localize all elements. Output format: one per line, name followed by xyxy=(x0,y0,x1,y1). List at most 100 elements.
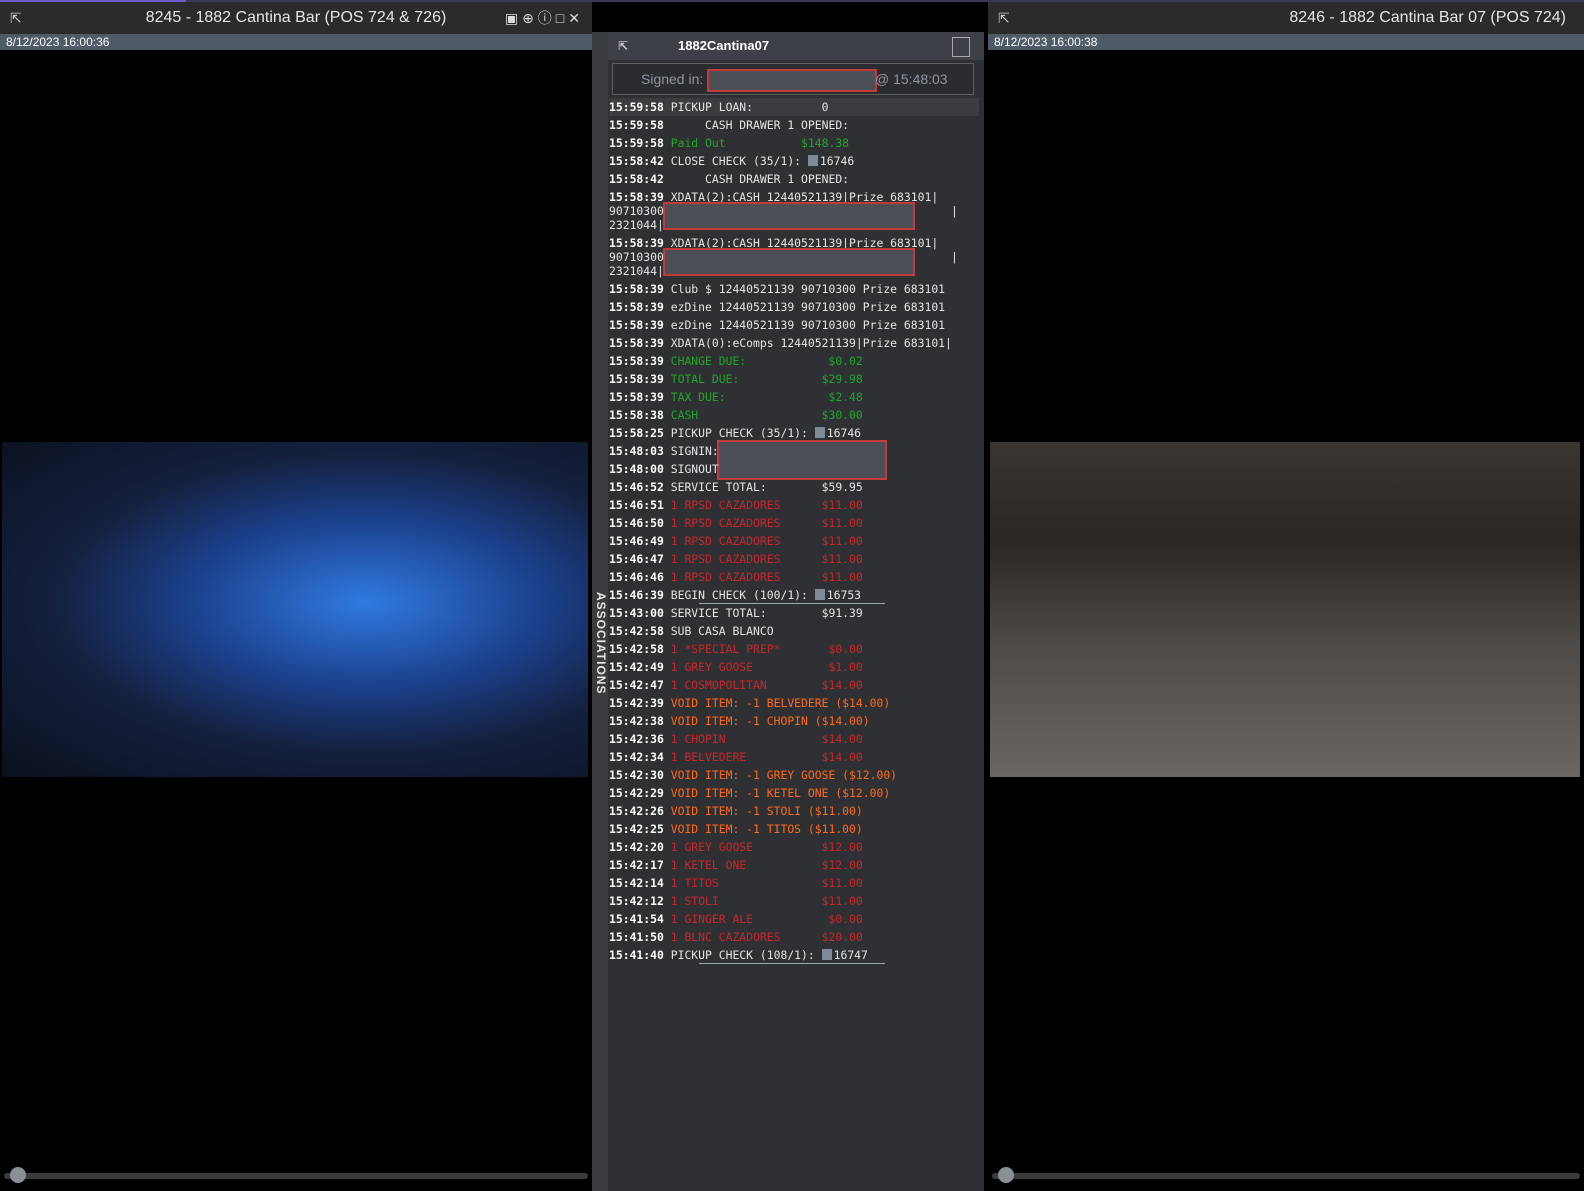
log-row[interactable]: 15:46:52 SERVICE TOTAL: $59.95 xyxy=(609,478,979,496)
log-text: Club $ 12440521139 90710300 Prize 683101 xyxy=(670,282,946,296)
log-row[interactable]: 15:58:38 CASH $30.00 xyxy=(609,406,979,424)
log-row[interactable]: 15:41:50 1 BLNC CAZADORES $20.00 xyxy=(609,928,979,946)
timeline-knob[interactable] xyxy=(998,1167,1014,1183)
log-time: 15:58:42 xyxy=(609,154,671,168)
log-row[interactable]: 15:42:36 1 CHOPIN $14.00 xyxy=(609,730,979,748)
signed-in-time: @ 15:48:03 xyxy=(875,71,948,87)
log-row[interactable]: 15:59:58 Paid Out $148.38 xyxy=(609,134,979,152)
ptz-icon[interactable]: ⊕ xyxy=(522,10,538,26)
info-icon[interactable]: ⓘ xyxy=(538,10,556,26)
log-row[interactable]: 15:58:39 TOTAL DUE: $29.98 xyxy=(609,370,979,388)
window-controls: ▣⊕ⓘ□✕ xyxy=(505,2,584,34)
log-row[interactable]: 15:58:39 ezDine 12440521139 90710300 Pri… xyxy=(609,316,979,334)
log-row[interactable]: 15:58:42 CLOSE CHECK (35/1): 16746 xyxy=(609,152,979,170)
right-camera-timestamp: 8/12/2023 16:00:38 xyxy=(988,34,1584,50)
check-number[interactable]: 16746 xyxy=(827,426,861,440)
log-row[interactable]: 15:58:39 CHANGE DUE: $0.02 xyxy=(609,352,979,370)
export-icon[interactable]: ▣ xyxy=(505,10,522,26)
log-time: 15:58:39 xyxy=(609,372,671,386)
pin-icon[interactable]: ⇱ xyxy=(618,32,628,60)
log-row[interactable]: 15:42:14 1 TITOS $11.00 xyxy=(609,874,979,892)
log-row[interactable]: 15:46:47 1 RPSD CAZADORES $11.00 xyxy=(609,550,979,568)
log-row[interactable]: 15:41:54 1 GINGER ALE $0.00 xyxy=(609,910,979,928)
log-text: 1 GINGER ALE $0.00 xyxy=(670,912,863,926)
log-text: ezDine 12440521139 90710300 Prize 683101 xyxy=(670,318,946,332)
left-camera-titlebar: ⇱ 8245 - 1882 Cantina Bar (POS 724 & 726… xyxy=(0,2,592,35)
log-row[interactable]: 15:42:30 VOID ITEM: -1 GREY GOOSE ($12.0… xyxy=(609,766,979,784)
panel-header: ⇱ 1882Cantina07 xyxy=(608,32,984,60)
log-text: TAX DUE: $2.48 xyxy=(670,390,863,404)
log-row[interactable]: 15:43:00 SERVICE TOTAL: $91.39 xyxy=(609,604,979,622)
log-row[interactable]: 15:42:47 1 COSMOPOLITAN $14.00 xyxy=(609,676,979,694)
log-row[interactable]: 15:59:58 PICKUP LOAN: 0 xyxy=(609,98,979,116)
log-time: 15:58:39 xyxy=(609,354,671,368)
timeline-knob[interactable] xyxy=(10,1167,26,1183)
log-text: CASH $30.00 xyxy=(670,408,863,422)
log-row[interactable]: 15:58:42 CASH DRAWER 1 OPENED: xyxy=(609,170,979,188)
calculator-icon[interactable] xyxy=(952,37,970,57)
log-row[interactable]: 15:46:49 1 RPSD CAZADORES $11.00 xyxy=(609,532,979,550)
left-camera-window[interactable]: ⇱ 8245 - 1882 Cantina Bar (POS 724 & 726… xyxy=(0,2,592,1191)
log-row[interactable]: 15:46:50 1 RPSD CAZADORES $11.00 xyxy=(609,514,979,532)
log-row[interactable]: 15:42:38 VOID ITEM: -1 CHOPIN ($14.00) xyxy=(609,712,979,730)
right-camera-timeline[interactable] xyxy=(992,1167,1580,1183)
log-row[interactable]: 15:46:51 1 RPSD CAZADORES $11.00 xyxy=(609,496,979,514)
log-text: VOID ITEM: -1 BELVEDERE ($14.00) xyxy=(670,696,891,710)
pin-icon[interactable]: ⇱ xyxy=(998,2,1010,34)
log-time: 15:46:52 xyxy=(609,480,671,494)
log-time: 15:42:36 xyxy=(609,732,671,746)
log-row[interactable]: 15:42:49 1 GREY GOOSE $1.00 xyxy=(609,658,979,676)
log-row[interactable]: 15:58:39 XDATA(2):CASH 12440521139|Prize… xyxy=(609,234,979,280)
log-time: 15:42:12 xyxy=(609,894,671,908)
log-row[interactable]: 15:41:40 PICKUP CHECK (108/1): 16747 xyxy=(609,946,979,964)
log-time: 15:46:49 xyxy=(609,534,671,548)
right-camera-video[interactable] xyxy=(990,442,1580,777)
log-row[interactable]: 15:42:34 1 BELVEDERE $14.00 xyxy=(609,748,979,766)
log-text: 1 STOLI $11.00 xyxy=(670,894,863,908)
log-row[interactable]: 15:42:58 SUB CASA BLANCO xyxy=(609,622,979,640)
log-row[interactable]: 15:42:58 1 *SPECIAL PREP* $0.00 xyxy=(609,640,979,658)
log-row[interactable]: 15:46:39 BEGIN CHECK (100/1): 16753 xyxy=(609,586,979,604)
redacted-block xyxy=(663,248,915,276)
log-row[interactable]: 15:48:03 SIGNIN: xyxy=(609,440,979,480)
check-number[interactable]: 16747 xyxy=(834,948,868,962)
log-row[interactable]: 15:58:39 TAX DUE: $2.48 xyxy=(609,388,979,406)
check-icon[interactable] xyxy=(814,427,825,438)
log-text: CASH DRAWER 1 OPENED: xyxy=(670,118,850,132)
check-number[interactable]: 16746 xyxy=(820,154,854,168)
check-number[interactable]: 16753 xyxy=(827,588,861,602)
log-continuation: 2321044|K xyxy=(609,264,671,278)
log-time: 15:46:51 xyxy=(609,498,671,512)
log-time: 15:58:39 xyxy=(609,282,671,296)
associations-tab[interactable]: ASSOCIATIONS xyxy=(592,32,608,1191)
log-time: 15:46:47 xyxy=(609,552,671,566)
check-icon[interactable] xyxy=(814,589,825,600)
right-camera-window[interactable]: ⇱ 8246 - 1882 Cantina Bar 07 (POS 724) 8… xyxy=(988,2,1584,1191)
log-row[interactable]: 15:42:12 1 STOLI $11.00 xyxy=(609,892,979,910)
log-row[interactable]: 15:58:39 XDATA(2):CASH 12440521139|Prize… xyxy=(609,188,979,234)
log-row[interactable]: 15:58:39 ezDine 12440521139 90710300 Pri… xyxy=(609,298,979,316)
left-camera-video[interactable] xyxy=(2,442,588,777)
log-row[interactable]: 15:42:25 VOID ITEM: -1 TITOS ($11.00) xyxy=(609,820,979,838)
log-row[interactable]: 15:42:29 VOID ITEM: -1 KETEL ONE ($12.00… xyxy=(609,784,979,802)
close-icon[interactable]: ✕ xyxy=(568,10,584,26)
log-row[interactable]: 15:58:39 XDATA(0):eComps 12440521139|Pri… xyxy=(609,334,979,352)
log-text: ezDine 12440521139 90710300 Prize 683101 xyxy=(670,300,946,314)
log-row[interactable]: 15:48:00 SIGNOUT xyxy=(609,460,979,478)
log-row[interactable]: 15:58:39 Club $ 12440521139 90710300 Pri… xyxy=(609,280,979,298)
maximize-icon[interactable]: □ xyxy=(556,10,568,26)
log-row[interactable]: 15:59:58 CASH DRAWER 1 OPENED: xyxy=(609,116,979,134)
log-row[interactable]: 15:42:26 VOID ITEM: -1 STOLI ($11.00) xyxy=(609,802,979,820)
left-camera-timeline[interactable] xyxy=(4,1167,588,1183)
log-row[interactable]: 15:46:46 1 RPSD CAZADORES $11.00 xyxy=(609,568,979,586)
log-time: 15:42:58 xyxy=(609,642,671,656)
log-row[interactable]: 15:42:17 1 KETEL ONE $12.00 xyxy=(609,856,979,874)
check-icon[interactable] xyxy=(821,949,832,960)
log-row[interactable]: 15:42:20 1 GREY GOOSE $12.00 xyxy=(609,838,979,856)
transaction-log[interactable]: 15:59:58 PICKUP LOAN: 0 15:59:58 CASH DRA… xyxy=(609,98,979,964)
check-icon[interactable] xyxy=(807,155,818,166)
signed-in-box: Signed in: @ 15:48:03 xyxy=(612,63,974,95)
signed-in-label: Signed in: xyxy=(641,71,704,87)
log-time: 15:42:47 xyxy=(609,678,671,692)
log-row[interactable]: 15:42:39 VOID ITEM: -1 BELVEDERE ($14.00… xyxy=(609,694,979,712)
